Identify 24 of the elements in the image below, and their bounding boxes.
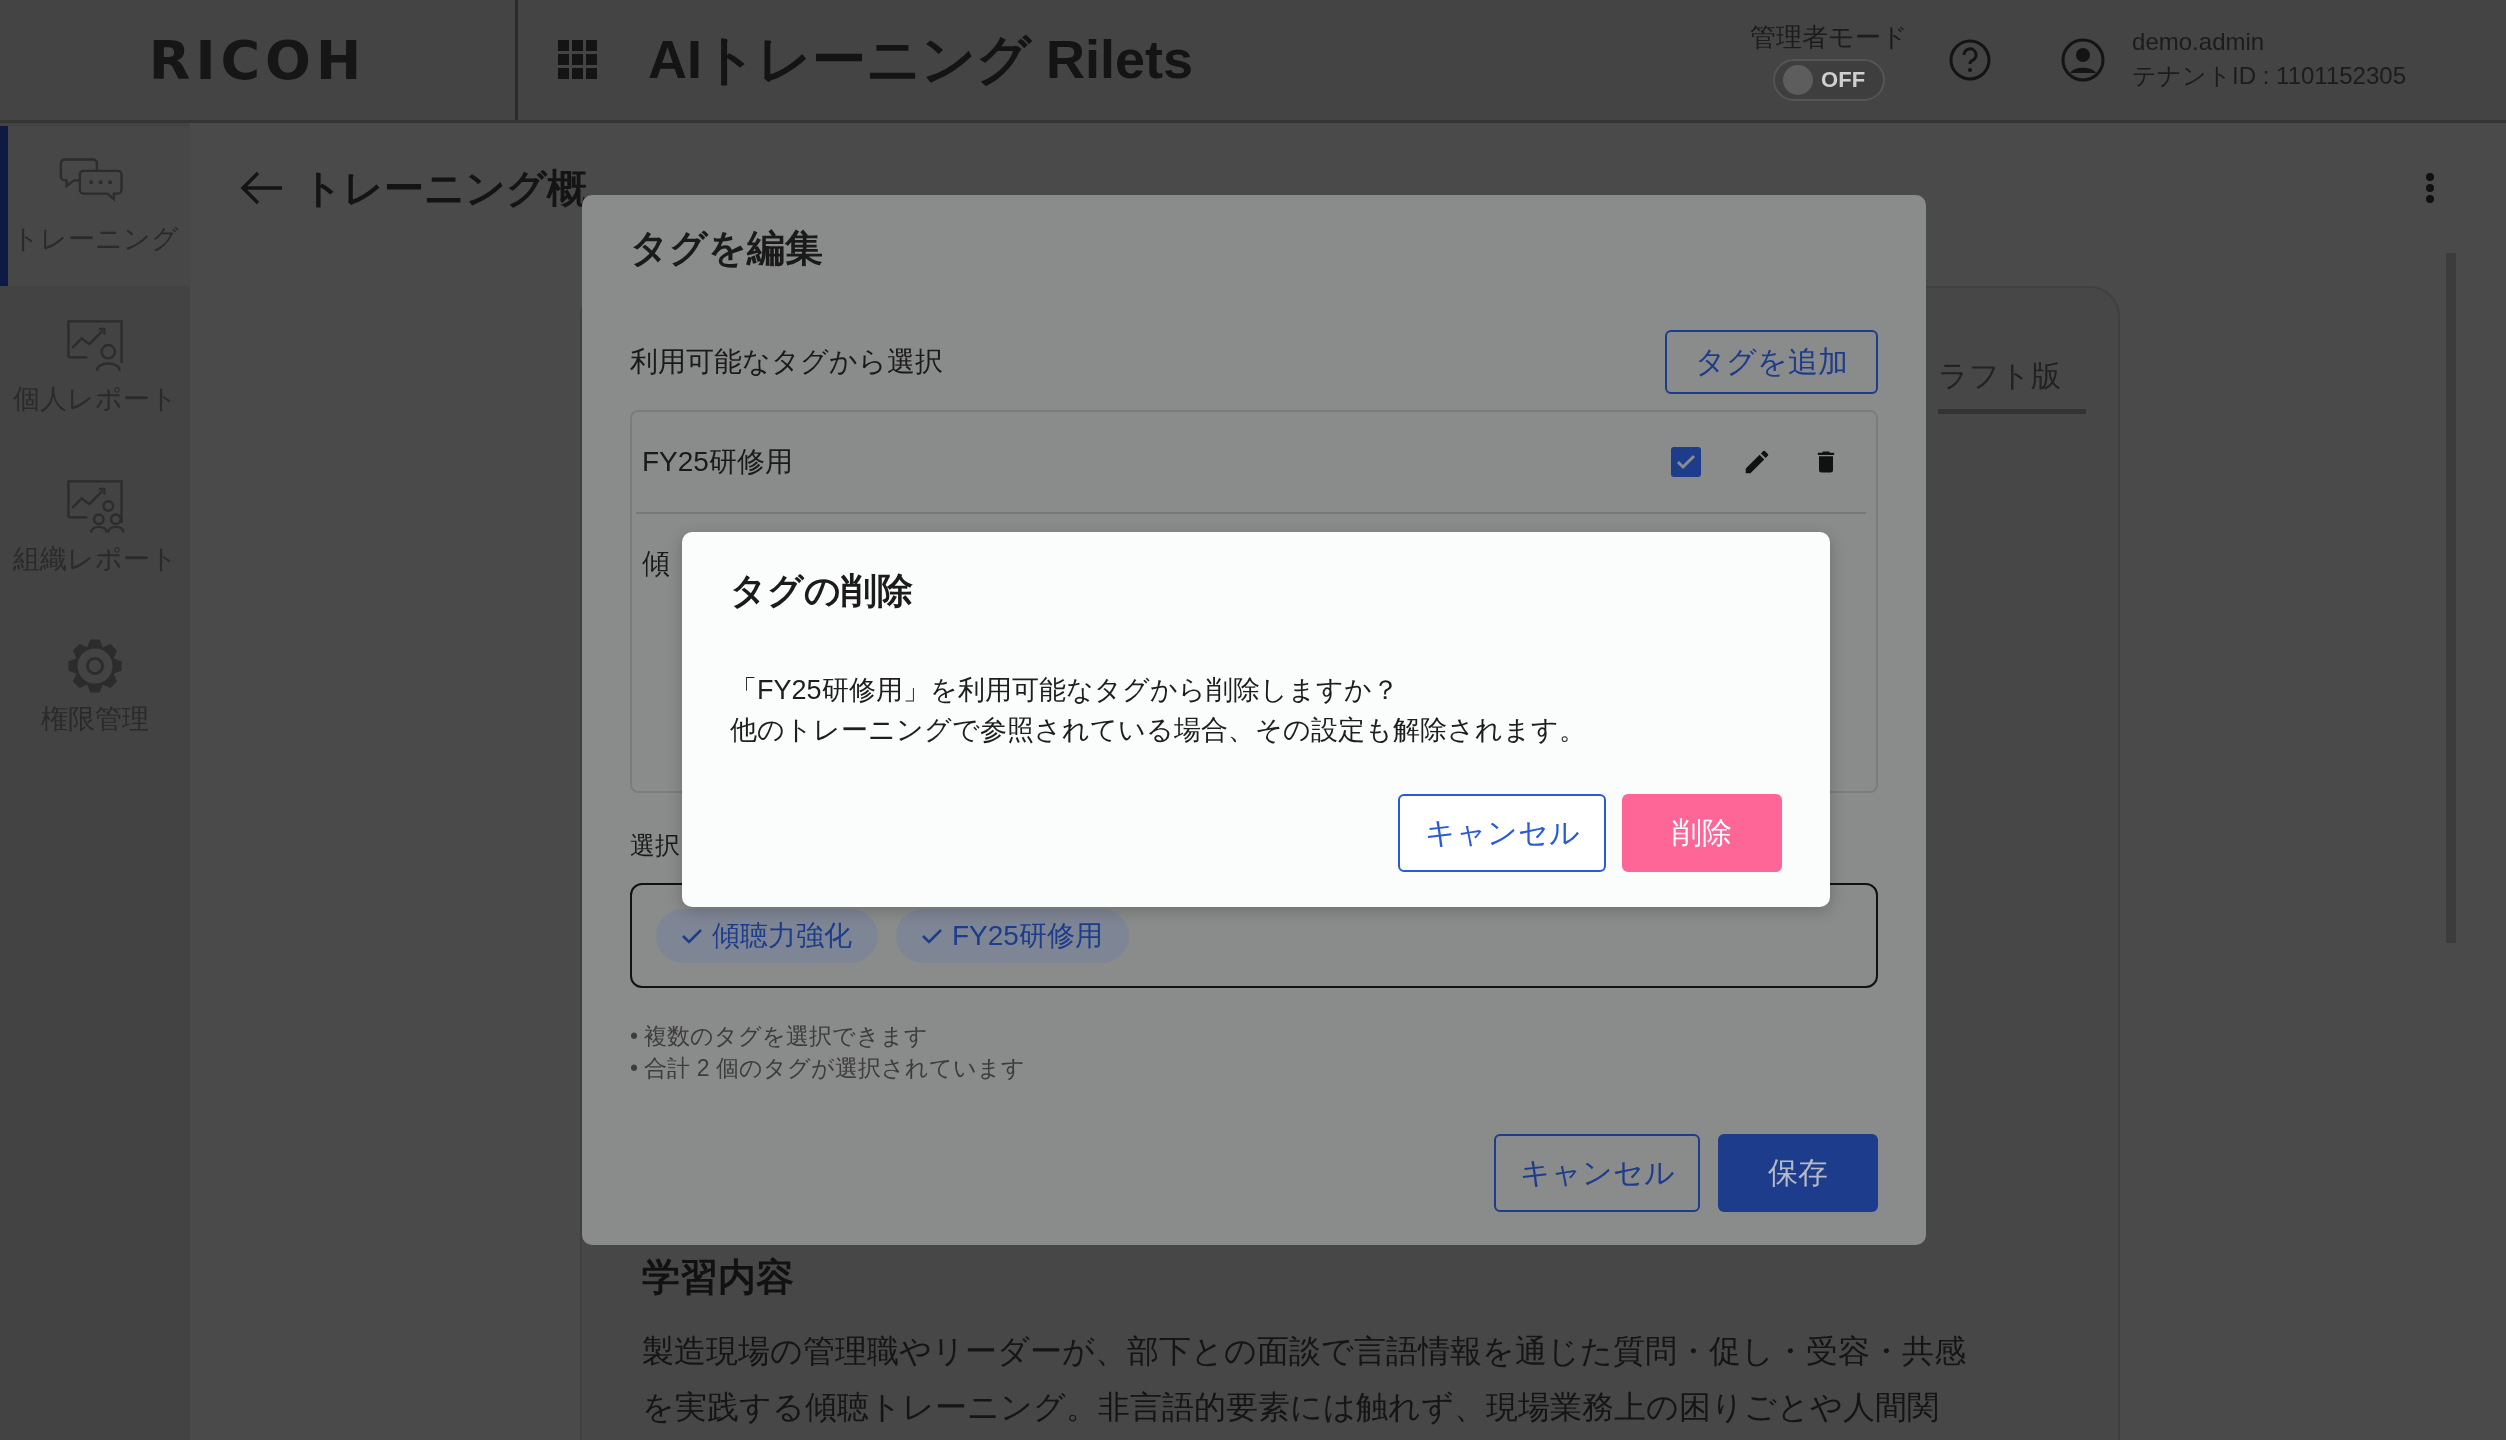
section-label: 利用可能なタグから選択 [630,345,943,379]
more-menu-icon[interactable] [2424,172,2436,204]
cancel-button[interactable]: キャンセル [1494,1134,1700,1212]
selected-tag-chip[interactable]: FY25研修用 [896,908,1129,963]
section-label: 選択 [630,830,680,861]
tag-label: FY25研修用 [642,445,793,479]
dialog-title: タグを編集 [630,226,824,271]
dialog-title: タグの削除 [730,569,914,613]
delete-button[interactable]: 削除 [1622,794,1782,872]
cancel-button[interactable]: キャンセル [1398,794,1606,872]
help-icon[interactable] [1948,38,1993,82]
back-arrow-icon[interactable] [240,170,284,206]
confirm-message: 「FY25研修用」を利用可能なタグから削除しますか？ [730,674,1400,707]
admin-mode-toggle[interactable]: OFF [1773,58,1886,101]
selected-tag-chip[interactable]: 傾聴力強化 [656,908,878,963]
apps-grid-icon[interactable] [558,40,598,80]
tag-label: 傾 [642,547,670,581]
hint-text: • 複数のタグを選択できます [630,1022,930,1051]
hint-text: • 合計 2 個のタグが選択されています [630,1054,1026,1083]
save-button[interactable]: 保存 [1718,1134,1878,1212]
checkbox[interactable] [1670,446,1702,478]
confirm-message: 他のトレーニングで参照されている場合、その設定も解除されます。 [730,714,1587,747]
add-tag-button[interactable]: タグを追加 [1665,330,1878,394]
user-avatar-icon[interactable] [2060,37,2107,83]
